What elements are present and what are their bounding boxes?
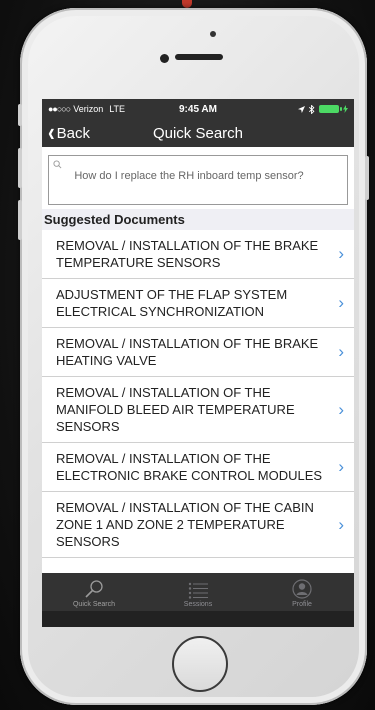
tab-label: Sessions <box>183 601 213 608</box>
document-title: REMOVAL / INSTALLATION OF THE BRAKE HEAT… <box>56 336 319 368</box>
power-button <box>365 156 369 200</box>
back-label: Back <box>56 124 91 142</box>
search-query-text: How do I replace the RH inboard temp sen… <box>74 170 304 182</box>
search-icon <box>85 580 103 598</box>
bluetooth-icon <box>309 104 315 114</box>
status-left: ●●○○○ Verizon LTE <box>48 104 125 114</box>
document-item[interactable]: REMOVAL / INSTALLATION OF THE BRAKE TEMP… <box>42 230 354 279</box>
chevron-right-icon: › <box>338 399 344 419</box>
status-bar: ●●○○○ Verizon LTE 9:45 AM <box>42 99 354 119</box>
front-sensor <box>160 54 169 63</box>
document-item[interactable]: REMOVAL / INSTALLATION OF THE BRAKE HEAT… <box>42 328 354 377</box>
tab-quick-search[interactable]: Quick Search <box>42 573 146 611</box>
tab-sessions[interactable]: Sessions <box>146 573 250 611</box>
chevron-right-icon: › <box>338 244 344 263</box>
home-button[interactable] <box>172 636 228 692</box>
search-icon <box>53 160 62 169</box>
status-right <box>298 104 348 114</box>
earpiece-speaker <box>175 54 223 60</box>
profile-icon <box>292 579 312 599</box>
chevron-right-icon: › <box>338 514 344 534</box>
chevron-right-icon: › <box>338 457 344 476</box>
signal-strength-icon: ●●○○○ <box>48 104 71 114</box>
search-area: How do I replace the RH inboard temp sen… <box>42 147 354 209</box>
carrier-label: Verizon <box>73 104 104 114</box>
location-arrow-icon <box>298 105 305 113</box>
document-item[interactable]: REMOVAL / INSTALLATION OF THE ELECTRONIC… <box>42 443 354 492</box>
chevron-right-icon: › <box>338 342 344 361</box>
document-title: REMOVAL / INSTALLATION OF THE CABIN ZONE… <box>56 500 314 549</box>
tab-profile[interactable]: Profile <box>250 573 354 611</box>
back-button[interactable]: ‹ Back <box>48 118 91 148</box>
tab-label: Quick Search <box>72 601 116 608</box>
document-list: REMOVAL / INSTALLATION OF THE BRAKE TEMP… <box>42 230 354 558</box>
document-title: ADJUSTMENT OF THE FLAP SYSTEM ELECTRICAL… <box>56 287 288 319</box>
volume-down-button <box>18 200 22 240</box>
charging-bolt-icon <box>343 105 348 113</box>
section-header-suggested-documents: Suggested Documents <box>42 209 354 230</box>
battery-icon <box>319 105 342 113</box>
document-title: REMOVAL / INSTALLATION OF THE ELECTRONIC… <box>56 451 323 483</box>
document-item[interactable]: REMOVAL / INSTALLATION OF THE CABIN ZONE… <box>42 492 354 558</box>
mute-switch <box>18 104 22 126</box>
tab-bar: Quick Search Sessions Profile <box>42 573 354 611</box>
tab-label: Profile <box>292 601 312 608</box>
search-input[interactable]: How do I replace the RH inboard temp sen… <box>48 155 348 205</box>
document-item[interactable]: REMOVAL / INSTALLATION OF THE MANIFOLD B… <box>42 377 354 443</box>
chevron-right-icon: › <box>338 293 344 312</box>
front-camera-dot <box>210 31 216 37</box>
navigation-bar: ‹ Back Quick Search <box>42 119 354 147</box>
list-icon <box>188 582 208 599</box>
app-screen: ●●○○○ Verizon LTE 9:45 AM ‹ Back Quick S… <box>42 99 354 627</box>
volume-up-button <box>18 148 22 188</box>
document-title: REMOVAL / INSTALLATION OF THE MANIFOLD B… <box>56 385 295 434</box>
red-marker <box>182 0 192 8</box>
network-label: LTE <box>109 104 126 114</box>
chevron-left-icon: ‹ <box>48 118 55 148</box>
screen-bottom-strip <box>42 611 354 627</box>
document-title: REMOVAL / INSTALLATION OF THE BRAKE TEMP… <box>56 238 319 270</box>
document-item[interactable]: ADJUSTMENT OF THE FLAP SYSTEM ELECTRICAL… <box>42 279 354 328</box>
